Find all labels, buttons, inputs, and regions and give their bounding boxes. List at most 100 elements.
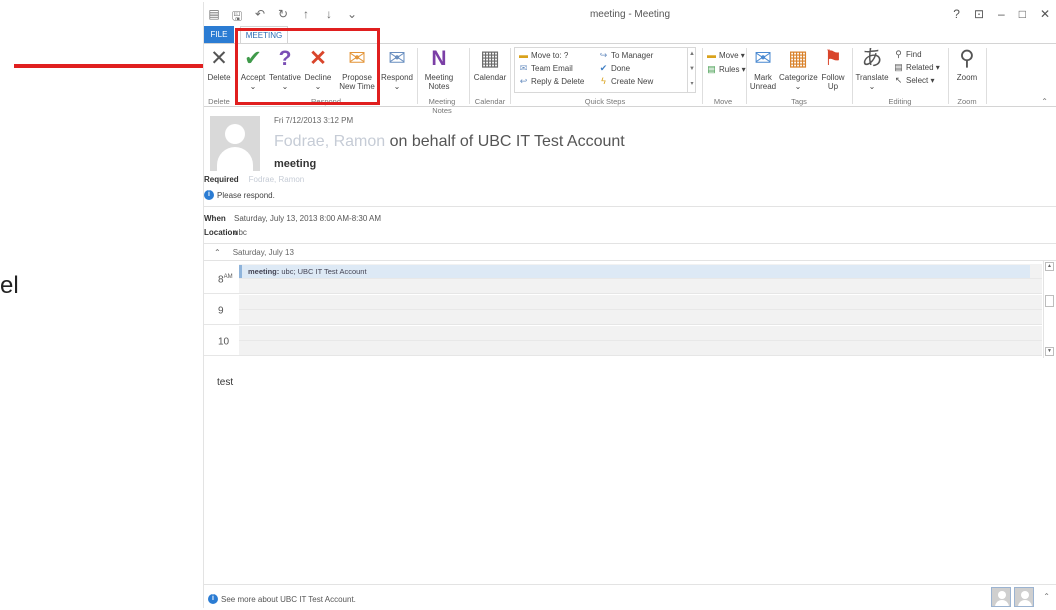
lightning-icon: ϟ (601, 76, 606, 86)
close-button[interactable]: ✕ (1040, 7, 1050, 21)
scroll-thumb[interactable] (1045, 295, 1054, 307)
mark-label-line1: Mark (754, 73, 772, 82)
hour-label: 8AM (218, 274, 233, 285)
people-pane: i See more about UBC IT Test Account. ⌃ (204, 584, 1056, 608)
select-cursor-icon: ↖ (894, 75, 903, 85)
quick-step-move-to[interactable]: ▬ Move to: ? (518, 50, 568, 61)
select-button[interactable]: ↖ Select ▾ (893, 75, 935, 86)
move-label: Move (719, 51, 739, 60)
calendar-preview-header[interactable]: ⌃ Saturday, July 13 (204, 243, 1056, 261)
calendar-label: Calendar (473, 73, 507, 82)
delete-label: Delete (207, 73, 231, 82)
tab-file[interactable]: FILE (204, 26, 234, 44)
check-icon: ✔ (599, 63, 608, 73)
window-controls: ? ⊡ – □ ✕ (953, 7, 1050, 21)
avatar-head (225, 124, 245, 144)
calendar-day: Saturday, July 13 (232, 248, 294, 257)
meeting-notes-button[interactable]: N Meeting Notes (420, 47, 458, 91)
calendar-hour-row: 9 (204, 295, 1042, 325)
categorize-label: Categorize (779, 73, 818, 82)
avatar-head (998, 591, 1006, 599)
chevron-up-icon: ⌃ (214, 248, 221, 257)
event-detail: ubc; UBC IT Test Account (281, 267, 367, 276)
related-icon: ▤ (894, 62, 903, 72)
from-suffix: on behalf of UBC IT Test Account (389, 133, 625, 150)
info-icon: i (208, 594, 218, 604)
expand-people-pane-button[interactable]: ⌃ (1043, 592, 1050, 601)
when-label: When (204, 214, 226, 223)
group-label-zoom: Zoom (957, 97, 977, 106)
hour-value: 9 (218, 305, 224, 317)
sender-name[interactable]: Fodrae, Ramon (274, 133, 385, 150)
person-avatar[interactable] (1014, 587, 1034, 607)
required-attendees: Required Fodrae, Ramon (204, 175, 304, 184)
hour-label: 10 (218, 336, 229, 347)
translate-button[interactable]: あ Translate ⌄ (855, 47, 889, 91)
scroll-down-button[interactable]: ▼ (1045, 347, 1054, 356)
quick-steps-scroll[interactable]: ▲ ▼ ▾ (687, 47, 696, 93)
group-label-meeting-notes: Meeting Notes (428, 97, 456, 115)
calendar-event[interactable]: meeting: ubc; UBC IT Test Account (239, 265, 1030, 278)
group-separator (948, 48, 949, 104)
person-avatar[interactable] (991, 587, 1011, 607)
quick-step-reply-delete[interactable]: ↩ Reply & Delete (518, 76, 585, 87)
flag-icon: ⚑ (823, 47, 843, 70)
folder-icon: ▬ (707, 50, 716, 60)
categorize-button[interactable]: ▦ Categorize ⌄ (779, 47, 818, 91)
group-separator (417, 48, 418, 104)
info-text: Please respond. (217, 190, 275, 200)
chevron-down-icon: ⌄ (393, 82, 401, 91)
forward-icon: ↪ (599, 50, 608, 60)
ribbon-display-options-button[interactable]: ⊡ (974, 7, 984, 21)
minimize-button[interactable]: – (998, 7, 1005, 21)
quick-step-done[interactable]: ✔ Done (598, 63, 630, 74)
subject: meeting (274, 158, 317, 170)
quick-step-label: Done (611, 64, 631, 73)
calendar-hour-row: 10 (204, 326, 1042, 356)
when-value: Saturday, July 13, 2013 8:00 AM-8:30 AM (234, 214, 382, 223)
follow-up-button[interactable]: ⚑ Follow Up (819, 47, 847, 91)
group-label-calendar: Calendar (474, 97, 506, 106)
required-attendee[interactable]: Fodrae, Ramon (249, 175, 305, 184)
scroll-up-button[interactable]: ▲ (1045, 262, 1054, 271)
delete-button[interactable]: ✕ Delete (206, 47, 232, 82)
group-separator (852, 48, 853, 104)
help-button[interactable]: ? (953, 7, 960, 21)
group-label-editing: Editing (888, 97, 912, 106)
zoom-button[interactable]: ⚲ Zoom (952, 47, 982, 82)
maximize-button[interactable]: □ (1019, 7, 1026, 21)
quick-step-create-new[interactable]: ϟ Create New (598, 76, 653, 87)
mark-unread-button[interactable]: ✉ Mark Unread (749, 47, 777, 91)
collapse-ribbon-button[interactable]: ⌃ (1041, 97, 1048, 106)
respond-button[interactable]: ✉ Respond ⌄ (380, 47, 414, 91)
quick-step-label: To Manager (611, 51, 654, 60)
info-icon: i (204, 190, 214, 200)
people-pane-info[interactable]: i See more about UBC IT Test Account. (208, 594, 356, 604)
message-body[interactable]: test (217, 377, 233, 388)
related-button[interactable]: ▤ Related ▾ (893, 62, 940, 73)
avatar-head (1021, 591, 1029, 599)
group-label-quick-steps: Quick Steps (584, 97, 626, 106)
find-button[interactable]: ⚲ Find (893, 49, 921, 60)
translate-label: Translate (855, 73, 889, 82)
avatar-body (1018, 600, 1032, 606)
rules-button[interactable]: ▤ Rules ▾ (706, 64, 745, 75)
move-button[interactable]: ▬ Move ▾ (706, 50, 745, 61)
meeting-notes-line1: Meeting (424, 73, 454, 82)
sent-date: Fri 7/12/2013 3:12 PM (274, 116, 354, 125)
quick-step-to-manager[interactable]: ↪ To Manager (598, 50, 654, 61)
mark-label-line2: Unread (749, 82, 777, 91)
quick-step-label: Create New (611, 77, 654, 86)
calendar-button[interactable]: ▦ Calendar (472, 47, 508, 82)
group-label-delete: Delete (208, 97, 230, 106)
location-row: Locationubc (204, 228, 247, 237)
people-pane-text: See more about UBC IT Test Account. (221, 594, 356, 604)
annotation-side-text: el (0, 272, 19, 299)
people-pane-avatars (991, 587, 1034, 607)
rules-label: Rules (719, 65, 740, 74)
respond-envelope-icon: ✉ (388, 47, 406, 70)
group-separator (746, 48, 747, 104)
quick-step-team-email[interactable]: ✉ Team Email (518, 63, 573, 74)
calendar-scrollbar[interactable]: ▲ ▼ (1043, 261, 1054, 358)
quick-step-label: Move to: ? (531, 51, 569, 60)
